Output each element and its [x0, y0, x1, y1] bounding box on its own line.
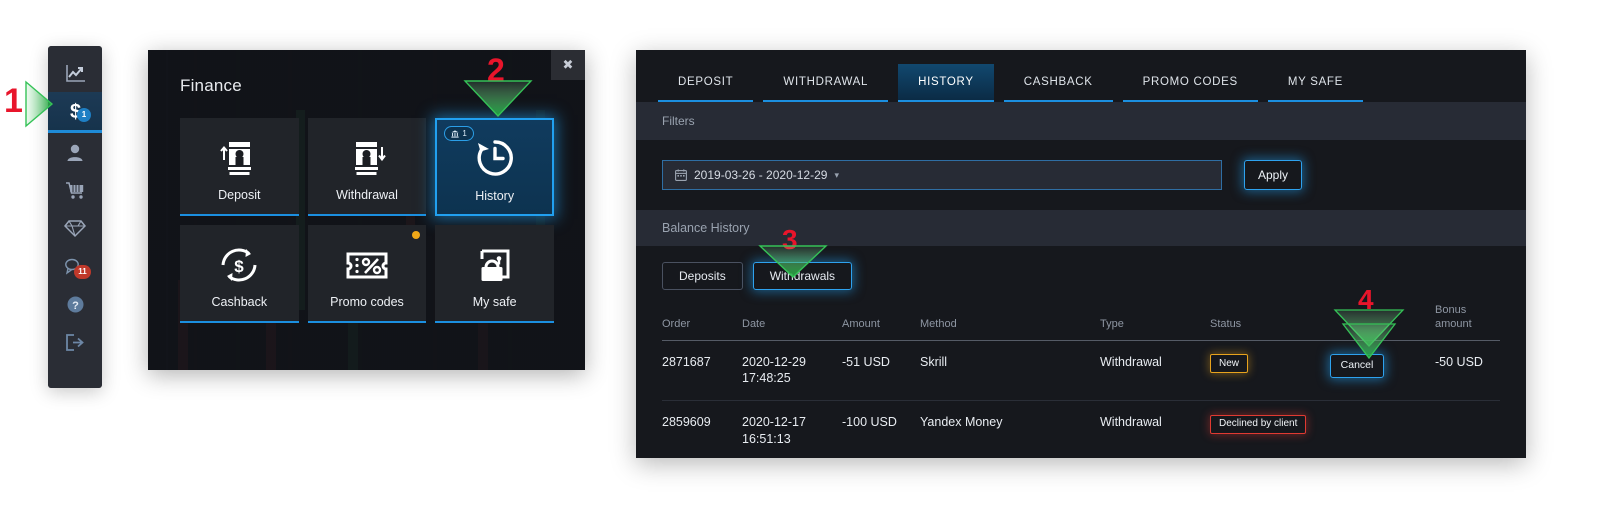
help-icon: ? [66, 295, 85, 314]
svg-text:?: ? [72, 300, 79, 312]
tile-cashback[interactable]: $ Cashback [180, 225, 299, 323]
tile-label-cashback: Cashback [211, 295, 268, 309]
marker-arrow-4 [1333, 309, 1405, 360]
cell-date: 2020-12-29 17:48:25 [742, 340, 842, 402]
my-safe-icon [472, 237, 518, 287]
panel-tabs: DEPOSIT WITHDRAWAL HISTORY CASHBACK PROM… [636, 50, 1526, 102]
cell-status: New [1210, 340, 1330, 402]
cell-type: Withdrawal [1100, 400, 1210, 458]
cell-type: Withdrawal [1100, 340, 1210, 402]
apply-button[interactable]: Apply [1244, 160, 1302, 190]
promo-codes-icon [342, 237, 392, 287]
cell-order: 2859609 [662, 400, 742, 458]
column-header-bonus-amount: Bonus amount [1435, 304, 1472, 330]
diamond-icon [64, 219, 86, 238]
tab-promo-codes[interactable]: PROMO CODES [1122, 64, 1258, 102]
sidebar-item-help[interactable]: ? [48, 285, 102, 323]
tile-label-history: History [475, 189, 515, 203]
bank-icon [451, 129, 460, 138]
status-badge: New [1210, 354, 1249, 373]
status-badge: Declined by client [1210, 414, 1307, 434]
cell-status: Declined by client [1210, 400, 1330, 458]
filters-section-header: Filters [636, 102, 1526, 140]
column-header-amount: Amount [842, 317, 880, 330]
tile-label-my-safe: My safe [472, 295, 517, 309]
cell-action [1330, 400, 1435, 458]
filter-row: 2019-03-26 - 2020-12-29 ▾ Apply [636, 140, 1526, 210]
sidebar-badge-chat: 11 [74, 265, 91, 279]
tile-deposit[interactable]: Deposit [180, 118, 299, 216]
tab-deposit[interactable]: DEPOSIT [658, 64, 754, 102]
profile-icon [66, 143, 84, 162]
calendar-icon [675, 169, 687, 181]
column-header-type: Type [1100, 317, 1124, 330]
sidebar-item-cart[interactable] [48, 171, 102, 209]
tile-promo-codes[interactable]: Promo codes [307, 225, 427, 323]
tab-cashback[interactable]: CASHBACK [1003, 64, 1113, 102]
cell-bonus-amount [1435, 400, 1500, 458]
balance-history-header: Balance History [636, 210, 1526, 246]
close-icon[interactable]: ✖ [551, 50, 585, 80]
chevron-down-icon: ▾ [834, 169, 839, 180]
history-icon [471, 131, 519, 181]
svg-text:$: $ [235, 257, 245, 276]
marker-number-1: 1 [4, 82, 23, 120]
segment-deposits[interactable]: Deposits [662, 262, 743, 290]
cell-date: 2020-12-17 16:51:13 [742, 400, 842, 458]
marker-arrow-2 [463, 80, 533, 118]
cell-amount: -51 USD [842, 340, 920, 402]
tab-withdrawal[interactable]: WITHDRAWAL [763, 64, 889, 102]
sidebar-item-diamond[interactable] [48, 209, 102, 247]
table-row: 2859609 2020-12-17 16:51:13 -100 USD Yan… [662, 400, 1500, 458]
tile-label-deposit: Deposit [218, 188, 261, 202]
finance-tile-grid: Deposit Withdrawal 1 History $ Cashback … [180, 118, 554, 323]
sidebar-item-chat[interactable]: 11 [48, 247, 102, 285]
deposit-icon [216, 130, 262, 180]
tab-my-safe[interactable]: MY SAFE [1267, 64, 1364, 102]
cell-method: Yandex Money [920, 400, 1100, 458]
screenshot-root: $ 1 11 ? ✖ Finance Deposit Withdrawal 1 … [0, 0, 1600, 522]
column-header-status: Status [1210, 317, 1242, 330]
cell-amount: -100 USD [842, 400, 920, 458]
logout-icon [65, 333, 85, 352]
date-range-input[interactable]: 2019-03-26 - 2020-12-29 ▾ [662, 160, 1222, 190]
tile-my-safe[interactable]: My safe [435, 225, 554, 323]
cell-bonus-amount: -50 USD [1435, 340, 1500, 402]
column-header-order: Order [662, 317, 691, 330]
tile-label-promo-codes: Promo codes [330, 295, 404, 309]
date-range-value: 2019-03-26 - 2020-12-29 [694, 168, 828, 182]
cell-method: Skrill [920, 340, 1100, 402]
sidebar-badge-finance: 1 [77, 108, 91, 122]
tile-badge-count-history: 1 [462, 129, 467, 138]
tile-badge-history: 1 [444, 126, 474, 141]
marker-arrow-3 [758, 245, 828, 278]
tile-label-withdrawal: Withdrawal [336, 188, 398, 202]
tile-history[interactable]: 1 History [435, 118, 554, 216]
cell-order: 2871687 [662, 340, 742, 402]
sidebar-item-profile[interactable] [48, 133, 102, 171]
tab-history[interactable]: HISTORY [898, 64, 994, 102]
sidebar-item-logout[interactable] [48, 323, 102, 361]
promo-codes-notification-dot [412, 231, 421, 239]
column-header-method: Method [920, 317, 957, 330]
cashback-icon: $ [216, 237, 262, 287]
finance-title: Finance [180, 76, 242, 95]
marker-arrow-1 [25, 80, 54, 128]
tile-withdrawal[interactable]: Withdrawal [307, 118, 427, 216]
cart-icon [65, 181, 86, 200]
withdrawal-icon [344, 130, 390, 180]
column-header-date: Date [742, 317, 766, 330]
